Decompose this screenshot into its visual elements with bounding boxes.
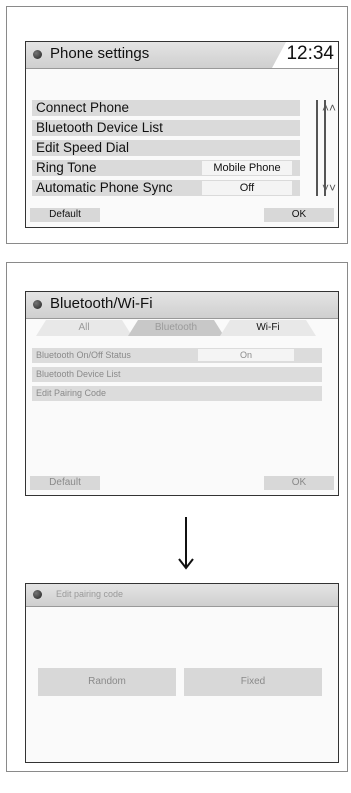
screen-title: Bluetooth/Wi-Fi bbox=[50, 295, 153, 312]
clock-tab: 12:34 bbox=[272, 42, 338, 68]
default-button[interactable]: Default bbox=[30, 208, 100, 222]
tab-wifi[interactable]: Wi-Fi bbox=[220, 320, 316, 336]
bluetooth-wifi-screen: Bluetooth/Wi-Fi All Bluetooth Wi-Fi Blue… bbox=[25, 291, 339, 496]
title-bar: Edit pairing code bbox=[26, 584, 338, 607]
list-item-connect-phone[interactable]: Connect Phone bbox=[32, 100, 300, 116]
bluetooth-panel: Bluetooth/Wi-Fi All Bluetooth Wi-Fi Blue… bbox=[6, 262, 348, 772]
list-item-label: Automatic Phone Sync bbox=[36, 180, 173, 195]
phone-settings-screen: Phone settings 12:34 Connect Phone Bluet… bbox=[25, 41, 339, 228]
tab-bar: All Bluetooth Wi-Fi bbox=[32, 320, 332, 336]
phone-settings-panel: Phone settings 12:34 Connect Phone Bluet… bbox=[6, 6, 348, 244]
list-item-bluetooth-status[interactable]: Bluetooth On/Off Status On bbox=[32, 348, 322, 363]
default-button[interactable]: Default bbox=[30, 476, 100, 490]
list-item-label: Bluetooth Device List bbox=[36, 369, 121, 379]
list-item-label: Ring Tone bbox=[36, 160, 97, 175]
double-chevron-up-icon[interactable]: ˄˄ bbox=[320, 100, 338, 116]
list-item-label: Edit Pairing Code bbox=[36, 388, 107, 398]
ok-button[interactable]: OK bbox=[264, 476, 334, 490]
title-bar: Bluetooth/Wi-Fi bbox=[26, 292, 338, 319]
screen-title: Phone settings bbox=[50, 45, 150, 62]
tab-all[interactable]: All bbox=[36, 320, 132, 336]
title-bar: Phone settings 12:34 bbox=[26, 42, 338, 69]
arrow-down-icon bbox=[178, 517, 194, 570]
bluetooth-status-value: On bbox=[198, 349, 294, 361]
fixed-button[interactable]: Fixed bbox=[184, 668, 322, 696]
list-item-label: Bluetooth On/Off Status bbox=[36, 350, 131, 360]
random-button[interactable]: Random bbox=[38, 668, 176, 696]
list-item-label: Bluetooth Device List bbox=[36, 120, 163, 135]
tab-bluetooth[interactable]: Bluetooth bbox=[128, 320, 224, 336]
menu-dot-icon bbox=[33, 50, 42, 59]
list-item-bluetooth-device-list[interactable]: Bluetooth Device List bbox=[32, 367, 322, 382]
list-item-label: Edit Speed Dial bbox=[36, 140, 130, 155]
list-item-label: Connect Phone bbox=[36, 100, 130, 115]
ok-button[interactable]: OK bbox=[264, 208, 334, 222]
menu-dot-icon bbox=[33, 590, 42, 599]
list-item-ring-tone[interactable]: Ring Tone Mobile Phone bbox=[32, 160, 300, 176]
list-item-bluetooth-device-list[interactable]: Bluetooth Device List bbox=[32, 120, 300, 136]
edit-pairing-code-screen: Edit pairing code Random Fixed bbox=[25, 583, 339, 763]
list-item-edit-pairing-code[interactable]: Edit Pairing Code bbox=[32, 386, 322, 401]
clock: 12:34 bbox=[286, 43, 334, 64]
list-item-edit-speed-dial[interactable]: Edit Speed Dial bbox=[32, 140, 300, 156]
phone-sync-value: Off bbox=[202, 181, 292, 195]
ring-tone-value: Mobile Phone bbox=[202, 161, 292, 175]
screen-title: Edit pairing code bbox=[56, 589, 124, 599]
menu-dot-icon bbox=[33, 300, 42, 309]
double-chevron-down-icon[interactable]: ˅˅ bbox=[320, 180, 338, 196]
list-item-automatic-phone-sync[interactable]: Automatic Phone Sync Off bbox=[32, 180, 300, 196]
